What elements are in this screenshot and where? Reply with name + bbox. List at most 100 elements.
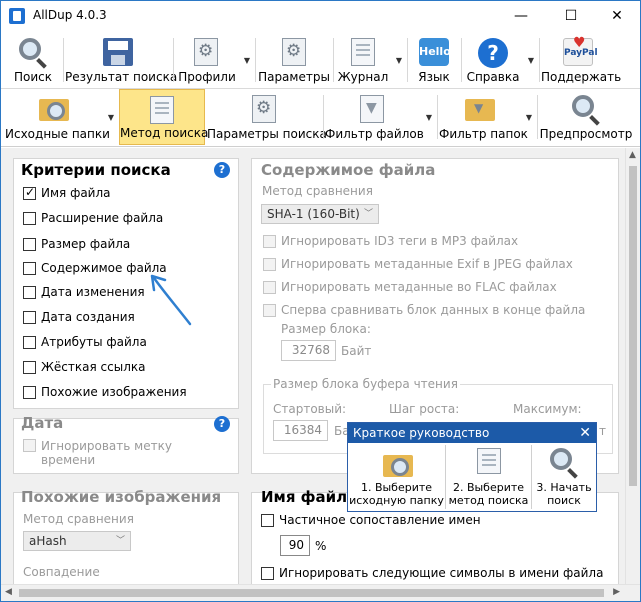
vertical-scroll-thumb[interactable] — [629, 166, 637, 486]
minimize-button[interactable]: — — [498, 1, 544, 31]
file-filter-label: Фильтр файлов — [325, 127, 424, 141]
profiles-button[interactable]: Профили ▼ — [175, 32, 253, 88]
scroll-left-icon[interactable]: ◀ — [5, 587, 12, 597]
search-button[interactable]: Поиск — [5, 32, 61, 88]
search-result-label: Результат поиска — [65, 70, 178, 84]
date-help-icon[interactable]: ? — [214, 416, 230, 432]
toolbar-separator — [173, 38, 174, 82]
close-button[interactable]: ✕ — [594, 1, 640, 31]
help-button[interactable]: ? Справка ▼ — [463, 32, 537, 88]
horizontal-scroll-thumb[interactable] — [19, 589, 604, 597]
checkbox-box[interactable] — [263, 280, 276, 294]
similar-method-select[interactable]: aHash ﹀ — [23, 531, 131, 551]
guide-step-search-method[interactable]: 2. Выберите метод поиска — [446, 445, 532, 509]
toolbar-separator — [461, 38, 462, 82]
checkbox-box[interactable] — [23, 385, 36, 399]
donate-button[interactable]: PayPal Поддержать — [541, 29, 622, 88]
search-method-label: Метод поиска — [120, 126, 209, 140]
help-label: Справка — [466, 70, 520, 84]
buffer-step-label: Шаг роста: — [389, 402, 460, 416]
date-ignore-timestamp-checkbox[interactable]: Игнорировать метку времени — [23, 439, 172, 467]
file-filter-button[interactable]: Фильтр файлов ▼ — [325, 89, 435, 145]
criteria-created-date-checkbox[interactable]: Дата создания — [23, 310, 135, 324]
checkbox-box[interactable] — [23, 335, 36, 349]
criteria-size-checkbox[interactable]: Размер файла — [23, 237, 130, 251]
criteria-filename-checkbox[interactable]: Имя файла — [23, 185, 111, 200]
preview-icon — [572, 95, 594, 117]
checkbox-box[interactable] — [23, 285, 36, 299]
toolbar-separator — [537, 95, 538, 139]
donate-label: Поддержать — [541, 70, 622, 84]
checkbox-box[interactable] — [263, 303, 276, 317]
checkbox-box[interactable] — [263, 257, 276, 271]
log-icon — [351, 38, 375, 66]
buffer-start-input[interactable]: 16384 — [273, 420, 328, 441]
checkbox-box[interactable] — [23, 439, 36, 452]
buffer-max-label: Максимум: — [513, 402, 582, 416]
ignore-id3-checkbox[interactable]: Игнорировать ID3 теги в MP3 файлах — [263, 234, 518, 248]
ignore-exif-checkbox[interactable]: Игнорировать метаданные Exif в JPEG файл… — [263, 257, 573, 271]
main-toolbar: Поиск Результат поиска Профили ▼ Парамет… — [1, 29, 640, 89]
criteria-help-icon[interactable]: ? — [214, 162, 230, 178]
chevron-down-icon[interactable]: ▼ — [108, 113, 114, 122]
settings-button[interactable]: Параметры — [257, 32, 331, 88]
criteria-title: Критерии поиска — [21, 161, 171, 179]
horizontal-scrollbar[interactable]: ◀ ▶ — [1, 584, 640, 601]
profiles-label: Профили — [178, 70, 236, 84]
checkbox-box[interactable] — [23, 185, 36, 200]
checkbox-box[interactable] — [23, 261, 36, 275]
chevron-down-icon[interactable]: ▼ — [528, 56, 534, 65]
log-label: Журнал — [337, 70, 389, 84]
chevron-down-icon[interactable]: ▼ — [396, 56, 402, 65]
chevron-down-icon[interactable]: ▼ — [426, 113, 432, 122]
search-result-button[interactable]: Результат поиска — [65, 32, 178, 88]
checkbox-box[interactable] — [23, 237, 36, 251]
criteria-extension-checkbox[interactable]: Расширение файла — [23, 211, 163, 225]
checkbox-box[interactable] — [261, 513, 274, 527]
ignore-chars-checkbox[interactable]: Игнорировать следующие символы в имени ф… — [261, 566, 603, 580]
folder-search-icon — [382, 455, 413, 477]
chevron-down-icon[interactable]: ▼ — [244, 56, 250, 65]
source-folders-button[interactable]: Исходные папки ▼ — [5, 89, 117, 145]
search-method-button[interactable]: Метод поиска — [119, 89, 209, 145]
partial-match-input[interactable]: 90 — [280, 535, 310, 556]
guide-step-start-search[interactable]: 3. Начать поиск — [532, 445, 596, 509]
preview-button[interactable]: Предпросмотр — [539, 89, 633, 145]
block-size-input[interactable]: 32768 — [281, 340, 336, 361]
guide-step-source-folder[interactable]: 1. Выберите исходную папку — [348, 445, 446, 509]
criteria-modified-date-checkbox[interactable]: Дата изменения — [23, 285, 145, 299]
checkbox-box[interactable] — [261, 566, 274, 580]
criteria-similar-images-checkbox[interactable]: Похожие изображения — [23, 385, 187, 399]
settings-label: Параметры — [258, 70, 330, 84]
scroll-up-icon[interactable]: ▲ — [629, 150, 636, 160]
partial-match-unit: % — [315, 539, 327, 553]
search-icon — [19, 38, 41, 60]
criteria-attributes-checkbox[interactable]: Атрибуты файла — [23, 335, 147, 349]
ignore-flac-checkbox[interactable]: Игнорировать метаданные во FLAC файлах — [263, 280, 557, 294]
file-filter-icon — [360, 95, 384, 123]
search-method-icon — [150, 96, 174, 124]
log-button[interactable]: Журнал ▼ — [335, 32, 405, 88]
content-method-label: Метод сравнения — [262, 184, 373, 198]
quick-guide-title: Краткое руководство — [353, 426, 490, 440]
checkbox-box[interactable] — [23, 360, 36, 374]
search-icon — [550, 448, 572, 470]
checkbox-box[interactable] — [263, 234, 276, 248]
compare-end-block-checkbox[interactable]: Сперва сравнивать блок данных в конце фа… — [263, 303, 585, 317]
quick-guide-close-icon[interactable]: ✕ — [579, 423, 591, 443]
checkbox-box[interactable] — [23, 211, 36, 225]
folder-filter-button[interactable]: Фильтр папок ▼ — [439, 89, 535, 145]
checkbox-box[interactable] — [23, 310, 36, 324]
toolbar-separator — [437, 95, 438, 139]
app-window: AllDup 4.0.3 — ☐ ✕ Поиск Результат поиск… — [0, 0, 641, 602]
chevron-down-icon[interactable]: ▼ — [526, 113, 532, 122]
vertical-scrollbar[interactable]: ▲ — [625, 148, 640, 585]
language-button[interactable]: Hello Язык — [409, 32, 459, 88]
search-params-button[interactable]: Параметры поиска — [207, 89, 327, 145]
content-method-select[interactable]: SHA-1 (160-Bit) ﹀ — [261, 204, 379, 224]
folder-filter-icon — [465, 99, 495, 121]
maximize-button[interactable]: ☐ — [548, 1, 594, 31]
scroll-right-icon[interactable]: ▶ — [613, 587, 620, 597]
criteria-hardlink-checkbox[interactable]: Жёсткая ссылка — [23, 360, 145, 374]
partial-name-match-checkbox[interactable]: Частичное сопоставление имен — [261, 513, 481, 527]
